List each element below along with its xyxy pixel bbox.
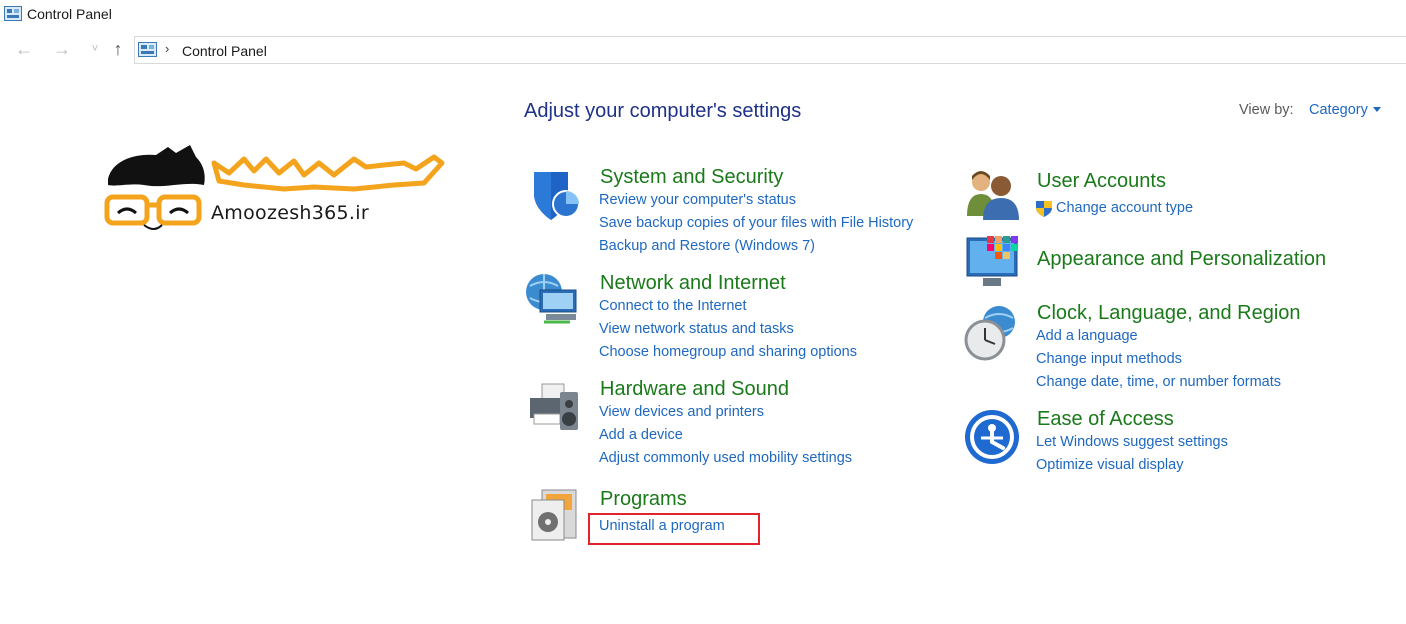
link-network-status[interactable]: View network status and tasks [599,321,794,337]
ease-of-access-icon [965,410,1019,464]
highlight-box [588,513,760,545]
chevron-down-icon[interactable]: ˅ [84,38,106,60]
shield-icon [534,172,580,220]
uac-shield-icon [1036,201,1052,217]
breadcrumb[interactable]: Control Panel [182,43,267,59]
forward-arrow-icon[interactable]: → [51,38,73,60]
link-input-methods[interactable]: Change input methods [1036,351,1182,367]
category-title[interactable]: Programs [600,488,687,511]
view-by-dropdown[interactable]: Category [1309,102,1368,118]
programs-disc-icon [531,489,577,541]
view-by-label: View by: [1239,102,1294,118]
watermark-text: Amoozesh365.ir [211,202,369,224]
navigation-bar: ← → ˅ ↑ › Control Panel [0,34,1406,66]
link-add-language[interactable]: Add a language [1036,328,1138,344]
breadcrumb-separator: › [165,41,170,56]
back-arrow-icon[interactable]: ← [13,38,35,60]
link-devices-printers[interactable]: View devices and printers [599,404,764,420]
link-backup-restore[interactable]: Backup and Restore (Windows 7) [599,238,815,254]
monitor-palette-icon [966,236,1018,286]
window-title: Control Panel [27,6,112,22]
link-add-device[interactable]: Add a device [599,427,683,443]
category-title[interactable]: System and Security [600,166,783,189]
category-title[interactable]: Clock, Language, and Region [1037,302,1301,325]
link-review-status[interactable]: Review your computer's status [599,192,796,208]
link-suggest-settings[interactable]: Let Windows suggest settings [1036,434,1228,450]
link-file-history[interactable]: Save backup copies of your files with Fi… [599,215,913,231]
control-panel-icon [138,42,157,57]
category-title[interactable]: Hardware and Sound [600,378,789,401]
printer-speaker-icon [530,383,578,430]
link-change-account-type[interactable]: Change account type [1056,200,1193,216]
link-date-time-formats[interactable]: Change date, time, or number formats [1036,374,1281,390]
title-bar: Control Panel [0,0,1406,30]
link-homegroup[interactable]: Choose homegroup and sharing options [599,344,857,360]
control-panel-icon [4,6,22,21]
clock-globe-icon [964,306,1015,361]
page-title: Adjust your computer's settings [524,100,802,122]
up-arrow-icon[interactable]: ↑ [107,38,129,60]
address-bar[interactable]: › Control Panel [134,36,1406,64]
chevron-down-icon[interactable] [1373,107,1381,112]
category-title[interactable]: Appearance and Personalization [1037,248,1326,271]
category-title[interactable]: User Accounts [1037,170,1166,193]
category-title[interactable]: Network and Internet [600,272,786,295]
users-icon [967,171,1019,220]
link-mobility-settings[interactable]: Adjust commonly used mobility settings [599,450,852,466]
network-globe-icon [526,274,577,324]
link-optimize-display[interactable]: Optimize visual display [1036,457,1183,473]
category-title[interactable]: Ease of Access [1037,408,1174,431]
link-connect-internet[interactable]: Connect to the Internet [599,298,747,314]
